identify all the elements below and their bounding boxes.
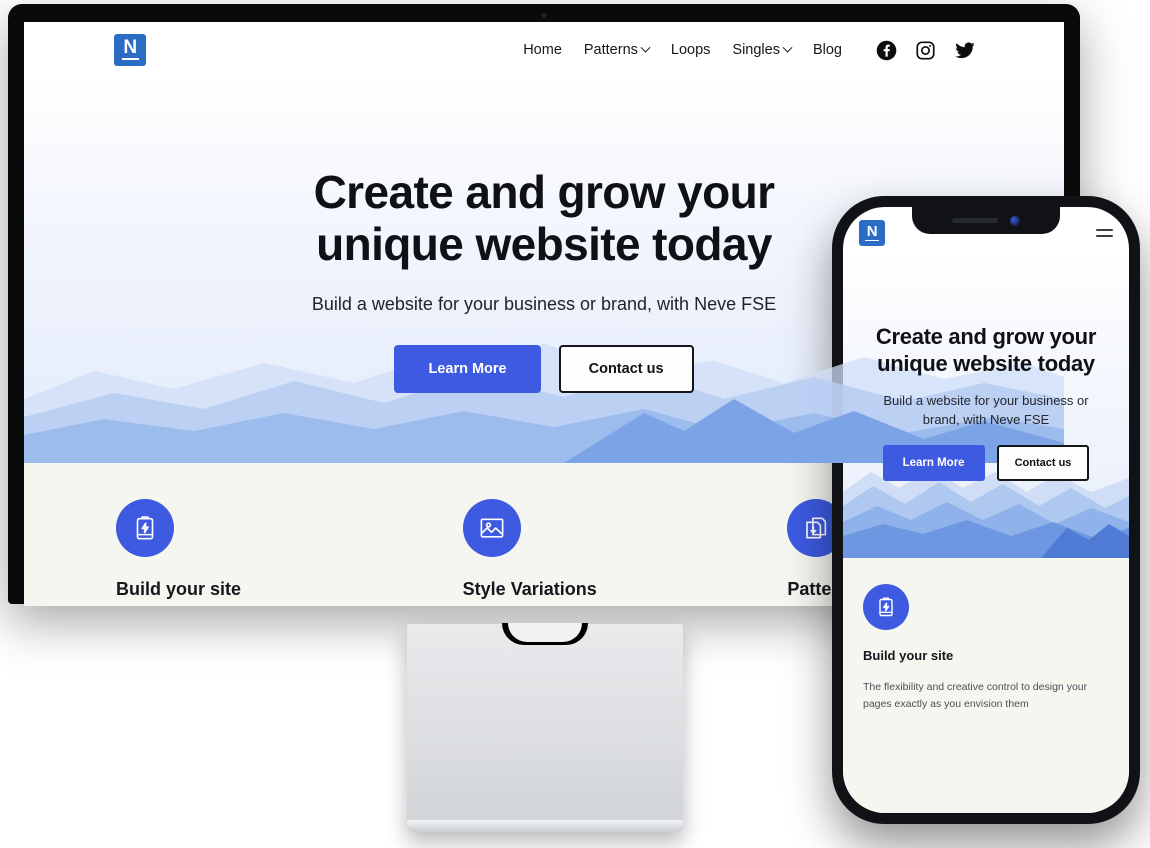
chevron-down-icon xyxy=(640,42,651,53)
site-header: N Home Patterns Loops Singles Blog xyxy=(24,22,1064,78)
nav-item-label: Blog xyxy=(812,42,842,58)
social-links xyxy=(876,40,976,61)
mobile-hero-heading-line2: unique website today xyxy=(877,351,1095,376)
laptop-base xyxy=(407,623,683,832)
primary-navigation: Home Patterns Loops Singles Blog xyxy=(523,40,976,61)
hamburger-menu-icon[interactable] xyxy=(1096,229,1113,237)
mobile-features-section: Build your site The flexibility and crea… xyxy=(843,558,1129,813)
logo-letter: N xyxy=(123,37,137,58)
facebook-icon[interactable] xyxy=(876,40,897,61)
hamburger-line xyxy=(1096,235,1113,237)
device-mockup-scene: N Home Patterns Loops Singles Blog Creat… xyxy=(0,0,1150,848)
hamburger-line xyxy=(1096,229,1113,231)
logo-underline xyxy=(865,239,879,242)
battery-bolt-icon xyxy=(116,499,174,557)
laptop-camera-icon xyxy=(541,13,547,18)
feature-description: The flexibility and creative control to … xyxy=(863,681,1088,710)
image-icon xyxy=(462,499,521,557)
nav-item-label: Loops xyxy=(670,42,711,58)
mobile-hero-cta-group: Learn More Contact us xyxy=(865,445,1107,481)
nav-item-loops[interactable]: Loops xyxy=(671,42,711,58)
contact-us-button[interactable]: Contact us xyxy=(996,445,1090,481)
twitter-icon[interactable] xyxy=(954,40,976,61)
hero-heading-line1: Create and grow your xyxy=(313,166,775,218)
logo-letter: N xyxy=(866,222,878,240)
mobile-hero-heading: Create and grow your unique website toda… xyxy=(865,253,1107,377)
mobile-hero-subheading: Build a website for your business or bra… xyxy=(883,393,1089,427)
learn-more-button[interactable]: Learn More xyxy=(882,445,985,481)
nav-item-label: Home xyxy=(523,42,562,58)
nav-item-label: Patterns xyxy=(583,42,638,58)
hero-heading-line2: unique website today xyxy=(316,218,772,270)
feature-card-style-variations: Style Variations xyxy=(393,499,740,600)
feature-card-build-your-site: Build your site xyxy=(24,499,393,600)
feature-title: Build your site xyxy=(116,579,242,599)
feature-title: Style Variations xyxy=(462,579,597,599)
nav-item-blog[interactable]: Blog xyxy=(813,42,842,58)
phone-device-frame: N Create and grow your unique website to… xyxy=(832,196,1140,824)
laptop-foot xyxy=(407,820,683,832)
site-logo[interactable]: N xyxy=(859,220,885,246)
learn-more-button[interactable]: Learn More xyxy=(394,345,541,393)
nav-item-patterns[interactable]: Patterns xyxy=(583,42,651,58)
phone-screen: N Create and grow your unique website to… xyxy=(843,207,1129,813)
mobile-site-header: N xyxy=(843,207,1129,253)
site-logo[interactable]: N xyxy=(114,34,146,66)
instagram-icon[interactable] xyxy=(915,40,936,61)
logo-underline xyxy=(121,58,139,60)
battery-bolt-icon xyxy=(863,584,909,630)
laptop-base-notch xyxy=(502,623,588,645)
contact-us-button[interactable]: Contact us xyxy=(558,345,694,393)
mobile-hero-heading-line1: Create and grow your xyxy=(875,324,1097,349)
chevron-down-icon xyxy=(782,42,793,53)
mobile-hero-section: Create and grow your unique website toda… xyxy=(843,253,1129,558)
nav-item-home[interactable]: Home xyxy=(523,42,562,58)
nav-item-label: Singles xyxy=(732,42,780,58)
feature-title: Build your site xyxy=(863,648,954,663)
nav-item-singles[interactable]: Singles xyxy=(732,42,793,58)
